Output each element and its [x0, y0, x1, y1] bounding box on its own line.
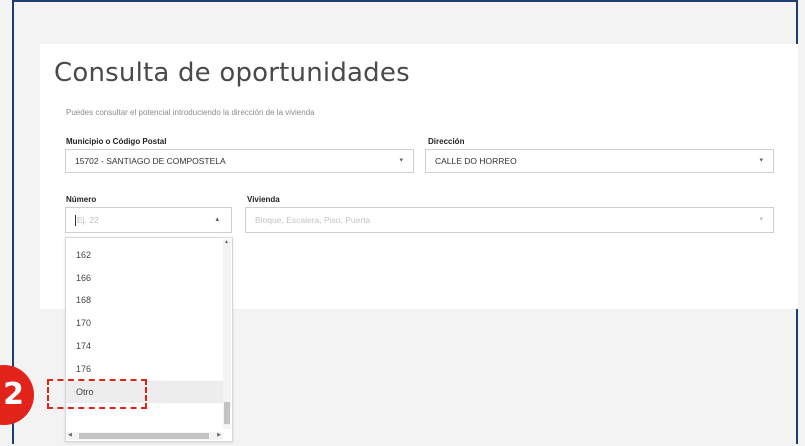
- scroll-up-icon[interactable]: ▲: [224, 239, 229, 245]
- vivienda-select[interactable]: Bloque, Escalera, Piso, Puerta ▾: [245, 207, 774, 233]
- scrollbar-thumb[interactable]: [79, 433, 209, 439]
- chevron-down-icon: ▾: [759, 216, 763, 223]
- dropdown-option[interactable]: 162: [66, 244, 223, 266]
- scrollbar-thumb[interactable]: [224, 402, 230, 424]
- scroll-left-icon[interactable]: ◀: [68, 432, 72, 438]
- direccion-value: CALLE DO HORREO: [435, 156, 517, 166]
- dropdown-option[interactable]: 166: [66, 267, 223, 289]
- page-title: Consulta de oportunidades: [54, 58, 410, 88]
- dropdown-option[interactable]: 168: [66, 289, 223, 311]
- text-cursor: [75, 215, 76, 227]
- scroll-right-icon[interactable]: ▶: [217, 432, 221, 438]
- direccion-label: Dirección: [428, 137, 465, 146]
- municipio-select[interactable]: 15702 - SANTIAGO DE COMPOSTELA ▾: [65, 149, 414, 173]
- vivienda-label: Vivienda: [247, 195, 280, 204]
- dropdown-option[interactable]: 174: [66, 335, 223, 357]
- dropdown-option[interactable]: 176: [66, 358, 223, 380]
- municipio-value: 15702 - SANTIAGO DE COMPOSTELA: [75, 156, 226, 166]
- numero-input[interactable]: Ej. 22 ▴: [65, 207, 232, 233]
- dropdown-option[interactable]: 170: [66, 312, 223, 334]
- numero-placeholder: Ej. 22: [77, 215, 99, 225]
- numero-label: Número: [66, 195, 97, 204]
- municipio-label: Municipio o Código Postal: [66, 137, 167, 146]
- direccion-select[interactable]: CALLE DO HORREO ▾: [425, 149, 774, 173]
- page-subtitle: Puedes consultar el potencial introducie…: [66, 108, 315, 117]
- chevron-down-icon: ▾: [759, 157, 763, 164]
- chevron-down-icon: ▾: [399, 157, 403, 164]
- chevron-up-icon[interactable]: ▴: [215, 208, 219, 232]
- highlight-box: [47, 379, 147, 409]
- vertical-scrollbar[interactable]: ▲: [223, 239, 231, 429]
- numero-dropdown-list[interactable]: 162 166 168 170 174 176 Otro ▲ ◀ ▶: [65, 237, 233, 442]
- vivienda-placeholder: Bloque, Escalera, Piso, Puerta: [255, 215, 371, 225]
- horizontal-scrollbar[interactable]: ◀ ▶: [67, 432, 222, 440]
